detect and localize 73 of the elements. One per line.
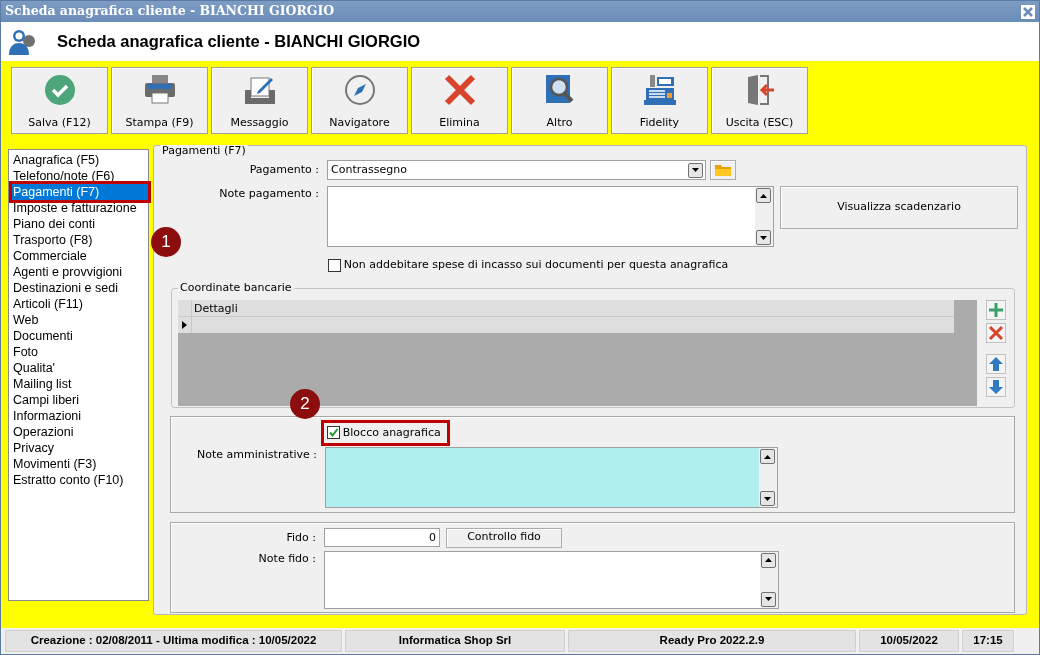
field-label: Note fido :	[257, 550, 317, 567]
compass-icon	[343, 74, 376, 106]
status-cell: 17:15	[962, 630, 1014, 652]
group-legend: Coordinate bancarie	[178, 281, 294, 294]
column-header: Dettagli	[193, 300, 239, 316]
section-item[interactable]: Campi liberi	[12, 392, 148, 408]
toolbar-button[interactable]: Navigatore	[311, 67, 408, 134]
credit-check-button[interactable]: Controllo fido	[446, 527, 562, 548]
checkbox-label: Blocco anagrafica	[342, 424, 441, 441]
add-button[interactable]	[986, 299, 1006, 320]
field-label: Note amministrative :	[196, 447, 318, 463]
status-cell: Informatica Shop Srl	[345, 630, 565, 652]
printer-icon	[143, 74, 176, 104]
move-up-button[interactable]	[986, 353, 1006, 374]
section-item[interactable]: Piano dei conti	[12, 216, 148, 232]
toolbar-button[interactable]: Stampa (F9)	[111, 67, 208, 134]
panel-legend: Pagamenti (F7)	[160, 145, 248, 157]
toolbar-button[interactable]: Altro	[511, 67, 608, 134]
section-item[interactable]: Imposte e fatturazione	[12, 200, 148, 216]
section-item[interactable]: Agenti e provvigioni	[12, 264, 148, 280]
delete-button[interactable]	[986, 322, 1006, 343]
section-item[interactable]: Web	[12, 312, 148, 328]
scroll-up-icon[interactable]	[761, 552, 776, 568]
credit-field[interactable]: 0	[324, 527, 440, 547]
section-item[interactable]: Estratto conto (F10)	[12, 472, 148, 488]
close-icon[interactable]	[1021, 4, 1035, 19]
toolbar-button[interactable]: Salva (F12)	[11, 67, 108, 134]
magnifier-icon	[543, 74, 576, 106]
section-item[interactable]: Movimenti (F3)	[12, 456, 148, 472]
section-item[interactable]: Mailing list	[12, 376, 148, 392]
section-item[interactable]: Trasporto (F8)	[12, 232, 148, 248]
payment-dropdown[interactable]: Contrassegno	[327, 160, 706, 180]
section-item[interactable]: Commerciale	[12, 248, 148, 264]
field-label: Fido :	[285, 529, 317, 546]
toolbar-button[interactable]: Messaggio	[211, 67, 308, 134]
status-cell: Creazione : 02/08/2011 - Ultima modifica : 10/05/2022	[5, 630, 342, 652]
folder-icon	[715, 164, 731, 176]
section-item[interactable]: Operazioni	[12, 424, 148, 440]
payment-notes-field[interactable]	[327, 186, 774, 247]
status-cell: Ready Pro 2022.2.9	[568, 630, 856, 652]
section-item[interactable]: Destinazioni e sedi	[12, 280, 148, 296]
admin-notes-field[interactable]	[325, 447, 778, 508]
close-icon	[443, 74, 476, 106]
field-label: Pagamento :	[248, 162, 320, 178]
section-item[interactable]: Foto	[12, 344, 148, 360]
window-title: Scheda anagrafica cliente - BIANCHI GIORGIO	[5, 2, 335, 21]
section-item[interactable]: Anagrafica (F5)	[12, 152, 148, 168]
section-item[interactable]: Articoli (F11)	[12, 296, 148, 312]
move-down-button[interactable]	[986, 376, 1006, 397]
toolbar-button[interactable]: Fidelity	[611, 67, 708, 134]
section-item[interactable]: Documenti	[12, 328, 148, 344]
scroll-up-icon[interactable]	[760, 449, 775, 464]
checkbox-label: Non addebitare spese di incasso sui documenti per questa anagrafica	[343, 257, 729, 273]
form-title: Scheda anagrafica cliente - BIANCHI GIORGIO	[57, 31, 421, 53]
schedule-button[interactable]: Visualizza scadenzario	[780, 186, 1018, 229]
scroll-down-icon[interactable]	[756, 230, 771, 245]
credit-notes-field[interactable]	[324, 550, 779, 609]
scroll-down-icon[interactable]	[761, 591, 776, 607]
section-item[interactable]: Qualita'	[12, 360, 148, 376]
checkbox[interactable]	[328, 258, 341, 272]
status-cell: 10/05/2022	[859, 630, 959, 652]
inbox-pen-icon	[243, 74, 276, 106]
toolbar-button[interactable]: Elimina	[411, 67, 508, 134]
scroll-down-icon[interactable]	[760, 491, 775, 506]
cash-register-icon	[643, 74, 676, 106]
section-item[interactable]: Informazioni	[12, 408, 148, 424]
check-icon	[43, 74, 76, 106]
scroll-up-icon[interactable]	[756, 188, 771, 203]
section-item[interactable]: Pagamenti (F7)	[12, 184, 148, 200]
field-label: Note pagamento :	[218, 186, 320, 202]
toolbar-button[interactable]: Uscita (ESC)	[711, 67, 808, 134]
checkbox[interactable]	[327, 426, 340, 440]
section-item[interactable]: Privacy	[12, 440, 148, 456]
